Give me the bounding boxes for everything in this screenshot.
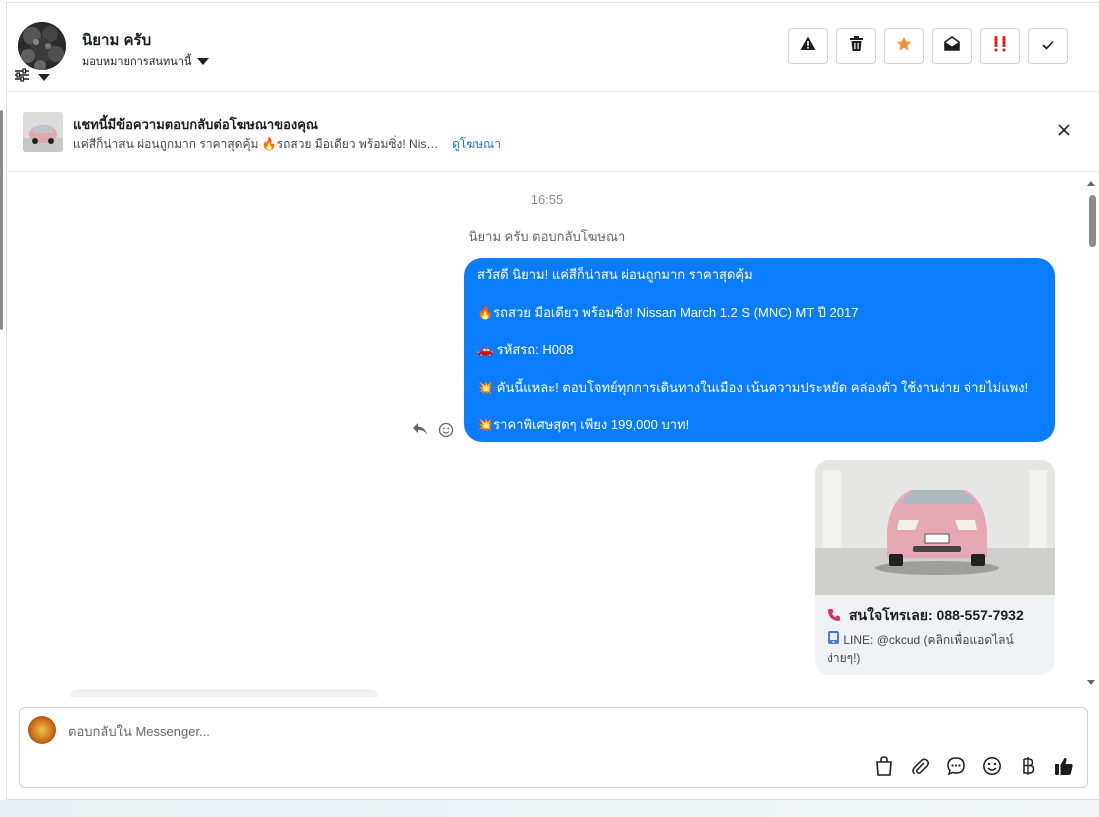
banner-subtitle: แค่สีก็น่าสน ผ่อนถูกมาก ราคาสุดคุ้ม 🔥รถส…: [73, 137, 443, 151]
baht-icon[interactable]: [1016, 754, 1040, 778]
banner-title: แชทนี้มีข้อความตอบกลับต่อโฆษณาของคุณ: [73, 117, 318, 132]
car-photo[interactable]: [815, 460, 1055, 595]
emoji-icon[interactable]: [980, 754, 1004, 778]
message-line: 🔥รถสวย มือเดียว พร้อมซิ่ง! Nissan March …: [477, 304, 859, 320]
report-spam-button[interactable]: [788, 28, 828, 64]
reply-composer: [19, 707, 1088, 788]
ad-thumbnail[interactable]: [23, 112, 63, 152]
conversation-actions: [788, 28, 1068, 64]
trash-icon: [849, 36, 863, 56]
next-message-preview: [70, 689, 378, 697]
message-tools: [412, 422, 454, 443]
warning-icon: [800, 36, 816, 56]
chat-bubble-icon[interactable]: [944, 754, 968, 778]
chat-scroll-thumb[interactable]: [1089, 195, 1096, 247]
check-icon: [1042, 37, 1054, 55]
message-line: 💥ราคาพิเศษสุดๆ เพียง 199,000 บาท!: [477, 417, 690, 432]
view-ad-link[interactable]: ดูโฆษณา: [452, 135, 501, 154]
composer-tools: [872, 754, 1076, 778]
thumbs-up-icon[interactable]: [1052, 754, 1076, 778]
conversation-header: นิยาม ครับ มอบหมายการสนทนานี้: [6, 2, 1099, 92]
star-icon: [896, 36, 912, 57]
assign-label: มอบหมายการสนทนานี้: [82, 56, 192, 68]
avatar[interactable]: [18, 22, 66, 70]
chat-scrollbar[interactable]: [1084, 178, 1098, 690]
important-icon: [993, 35, 1007, 57]
assign-dropdown[interactable]: มอบหมายการสนทนานี้: [82, 52, 210, 70]
reply-icon[interactable]: [412, 422, 428, 443]
filter-button[interactable]: [14, 68, 50, 87]
close-banner-button[interactable]: [1054, 122, 1074, 142]
message-line: 💥 คันนี้แหละ! ตอบโจทย์ทุกการเดินทางในเมื…: [477, 379, 1029, 395]
attachment-icon[interactable]: [908, 754, 932, 778]
mark-unread-icon: [944, 36, 960, 56]
page-bottom-strip: [0, 800, 1099, 817]
message-thread: 16:55 นิยาม ครับ ตอบกลับโฆษณา สวัสดี นิย…: [6, 172, 1088, 692]
phone-text: สนใจโทรเลย: 088-557-7932: [849, 607, 1024, 623]
star-button[interactable]: [884, 28, 924, 64]
message-line: สวัสดี นิยาม! แค่สีก็น่าสน ผ่อนถูกมาก รา…: [477, 267, 753, 282]
card-phone[interactable]: สนใจโทรเลย: 088-557-7932: [827, 605, 1043, 627]
mark-unread-button[interactable]: [932, 28, 972, 64]
card-line[interactable]: LINE: @ckcud (คลิกเพื่อแอดไลน์ง่ายๆ!): [827, 631, 1043, 667]
message-bubble[interactable]: สวัสดี นิยาม! แค่สีก็น่าสน ผ่อนถูกมาก รา…: [464, 258, 1055, 442]
left-scrollbar[interactable]: [0, 110, 3, 330]
line-text: LINE: @ckcud (คลิกเพื่อแอดไลน์ง่ายๆ!): [827, 633, 1014, 665]
mark-done-button[interactable]: [1028, 28, 1068, 64]
react-emoji-icon[interactable]: [438, 422, 454, 443]
message-line: 🚗 รหัสรถ: H008: [477, 342, 574, 357]
delete-button[interactable]: [836, 28, 876, 64]
shopping-bag-icon[interactable]: [872, 754, 896, 778]
system-note: นิยาม ครับ ตอบกลับโฆษณา: [468, 229, 626, 244]
reply-input[interactable]: [68, 722, 828, 740]
line-app-icon: [827, 631, 840, 647]
contact-name[interactable]: นิยาม ครับ: [82, 28, 151, 52]
ad-reply-banner: แชทนี้มีข้อความตอบกลับต่อโฆษณาของคุณ แค่…: [6, 92, 1099, 172]
mark-important-button[interactable]: [980, 28, 1020, 64]
phone-icon: [827, 608, 841, 625]
card-body: สนใจโทรเลย: 088-557-7932 LINE: @ckcud (ค…: [815, 595, 1055, 675]
caret-down-icon: [197, 57, 210, 65]
page-avatar: [28, 716, 56, 744]
sliders-icon: [14, 68, 30, 87]
message-timestamp: 16:55: [530, 192, 564, 207]
ad-attachment-card[interactable]: สนใจโทรเลย: 088-557-7932 LINE: @ckcud (ค…: [815, 460, 1055, 675]
close-icon: [1058, 123, 1070, 141]
caret-down-icon: [38, 74, 50, 81]
